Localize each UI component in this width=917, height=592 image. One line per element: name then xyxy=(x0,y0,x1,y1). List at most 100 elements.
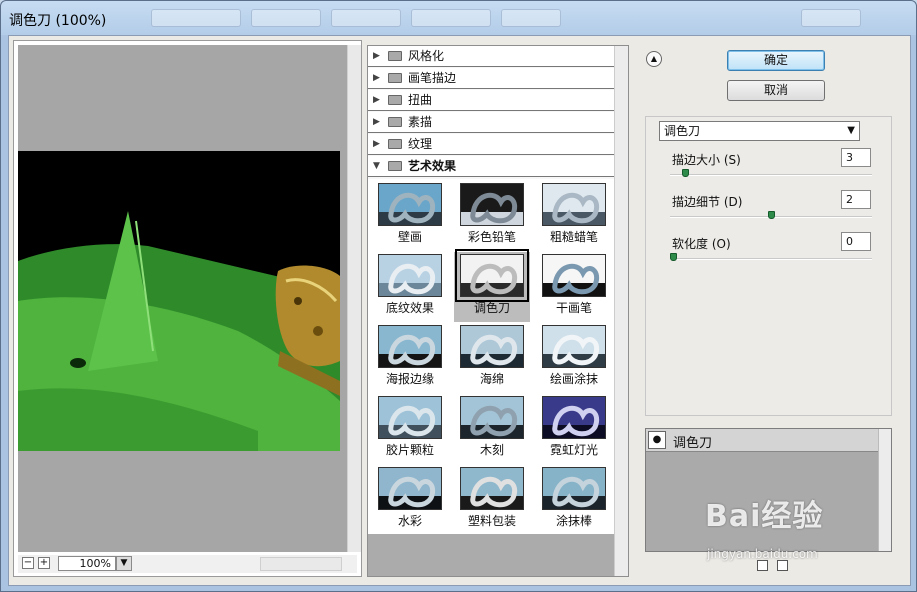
filter-preview-image xyxy=(460,325,524,368)
folder-icon xyxy=(388,95,402,105)
folder-open-icon xyxy=(388,161,402,171)
background-toolbar-ghost xyxy=(251,9,321,27)
filter-preview-image xyxy=(542,467,606,510)
stroke-size-label: 描边大小 (S) xyxy=(672,153,741,167)
window-title: 调色刀 (100%) xyxy=(9,13,107,29)
trash-icon[interactable] xyxy=(777,560,788,571)
folder-icon xyxy=(388,51,402,61)
collapse-up-icon[interactable]: ▲ xyxy=(646,51,662,67)
preview-canvas[interactable] xyxy=(18,45,357,552)
zoom-dropdown-icon[interactable]: ▼ xyxy=(116,556,132,571)
ok-button[interactable]: 确定 xyxy=(727,50,825,71)
expand-icon: ▶ xyxy=(373,95,380,105)
background-toolbar-ghost xyxy=(801,9,861,27)
filter-label: 塑料包装 xyxy=(467,514,516,528)
zoom-field[interactable]: 100% xyxy=(58,556,116,571)
filter-thumbnail[interactable]: 海绵 xyxy=(454,323,530,393)
stroke-size-field[interactable]: 3 xyxy=(841,148,871,167)
filter-thumbnail[interactable]: 胶片颗粒 xyxy=(372,394,448,464)
effect-layer-name: 调色刀 xyxy=(673,436,713,451)
filter-preview-image xyxy=(542,254,606,297)
stroke-size-slider-thumb[interactable] xyxy=(681,169,689,177)
layers-scrollbar[interactable] xyxy=(878,429,891,551)
category-sketch[interactable]: ▶ 素描 xyxy=(368,112,614,133)
filter-label: 调色刀 xyxy=(473,301,510,315)
softness-label: 软化度 (O) xyxy=(672,237,731,251)
zoom-in-button[interactable]: + xyxy=(38,557,50,569)
preview-scrollbar[interactable] xyxy=(347,45,361,552)
title-bar[interactable]: 调色刀 (100%) xyxy=(1,1,916,35)
preview-panel: − + 100% ▼ xyxy=(13,40,362,577)
filter-thumbnail[interactable]: 水彩 xyxy=(372,465,448,535)
filter-preview-image xyxy=(542,396,606,439)
filter-gallery-window: 调色刀 (100%) − + 100% ▼ ▶ 风格化 ▶ 画笔描边 ▶ 扭曲 … xyxy=(0,0,917,592)
softness-slider-track[interactable] xyxy=(670,258,872,260)
gallery-scrollbar[interactable] xyxy=(614,46,628,576)
cancel-button[interactable]: 取消 xyxy=(727,80,825,101)
preview-hscrollbar[interactable] xyxy=(260,557,342,571)
category-artistic[interactable]: ▼ 艺术效果 xyxy=(368,156,614,177)
filter-label: 水彩 xyxy=(397,514,422,528)
filter-preview-image xyxy=(378,254,442,297)
watermark-url: jingyan.baidu.com xyxy=(707,547,818,561)
filter-label: 底纹效果 xyxy=(385,301,434,315)
filter-label: 霓虹灯光 xyxy=(549,443,598,457)
filter-thumbnail[interactable]: 粗糙蜡笔 xyxy=(536,181,612,251)
filter-label: 木刻 xyxy=(479,443,504,457)
filter-preview-image xyxy=(542,183,606,226)
stroke-detail-field[interactable]: 2 xyxy=(841,190,871,209)
filter-preview-image xyxy=(378,467,442,510)
folder-icon xyxy=(388,117,402,127)
filter-label: 海绵 xyxy=(479,372,504,386)
collapse-icon: ▼ xyxy=(373,161,380,171)
watermark-logo: Bai经验 xyxy=(705,499,824,534)
filter-preview-image xyxy=(542,325,606,368)
expand-icon: ▶ xyxy=(373,139,380,149)
filter-label: 海报边缘 xyxy=(385,372,434,386)
category-distort[interactable]: ▶ 扭曲 xyxy=(368,90,614,111)
filter-thumbnail[interactable]: 壁画 xyxy=(372,181,448,251)
category-texture[interactable]: ▶ 纹理 xyxy=(368,134,614,155)
expand-icon: ▶ xyxy=(373,51,380,61)
filter-preview-image xyxy=(378,396,442,439)
folder-icon xyxy=(388,73,402,83)
category-stylize[interactable]: ▶ 风格化 xyxy=(368,46,614,67)
filter-preview-image xyxy=(378,325,442,368)
filter-thumbnail[interactable]: 彩色铅笔 xyxy=(454,181,530,251)
filter-preview-image xyxy=(455,249,529,302)
filter-thumbnail[interactable]: 调色刀 xyxy=(454,249,530,322)
background-toolbar-ghost xyxy=(331,9,401,27)
filter-label: 壁画 xyxy=(397,230,422,244)
filter-select[interactable]: 调色刀 ▼ xyxy=(659,121,860,141)
effect-layer-row[interactable]: ● 调色刀 xyxy=(646,429,878,452)
filter-thumbnail[interactable]: 塑料包装 xyxy=(454,465,530,535)
filter-thumbnail[interactable]: 木刻 xyxy=(454,394,530,464)
filter-thumbnail[interactable]: 绘画涂抹 xyxy=(536,323,612,393)
eye-icon[interactable]: ● xyxy=(648,431,666,449)
softness-field[interactable]: 0 xyxy=(841,232,871,251)
expand-icon: ▶ xyxy=(373,73,380,83)
filter-label: 绘画涂抹 xyxy=(549,372,598,386)
filter-label: 胶片颗粒 xyxy=(385,443,434,457)
filter-preview-image xyxy=(460,396,524,439)
filter-label: 粗糙蜡笔 xyxy=(549,230,598,244)
filter-preview-image xyxy=(460,467,524,510)
filter-preview-image xyxy=(378,183,442,226)
zoom-out-button[interactable]: − xyxy=(22,557,34,569)
filter-label: 干画笔 xyxy=(555,301,592,315)
filter-thumbnail[interactable]: 涂抹棒 xyxy=(536,465,612,535)
category-brush-strokes[interactable]: ▶ 画笔描边 xyxy=(368,68,614,89)
filter-thumbnail[interactable]: 海报边缘 xyxy=(372,323,448,393)
filter-select-value: 调色刀 xyxy=(664,124,701,138)
filter-label: 彩色铅笔 xyxy=(467,230,516,244)
filter-preview-image xyxy=(460,183,524,226)
stroke-detail-slider-thumb[interactable] xyxy=(768,211,775,219)
filter-thumbnail[interactable]: 底纹效果 xyxy=(372,252,448,322)
softness-slider-thumb[interactable] xyxy=(670,253,677,261)
filter-thumbnail[interactable]: 干画笔 xyxy=(536,252,612,322)
filter-label: 涂抹棒 xyxy=(555,514,592,528)
new-layer-icon[interactable] xyxy=(757,560,768,571)
stroke-size-slider-track[interactable] xyxy=(670,174,872,176)
filter-thumbnail[interactable]: 霓虹灯光 xyxy=(536,394,612,464)
preview-image xyxy=(18,151,340,451)
